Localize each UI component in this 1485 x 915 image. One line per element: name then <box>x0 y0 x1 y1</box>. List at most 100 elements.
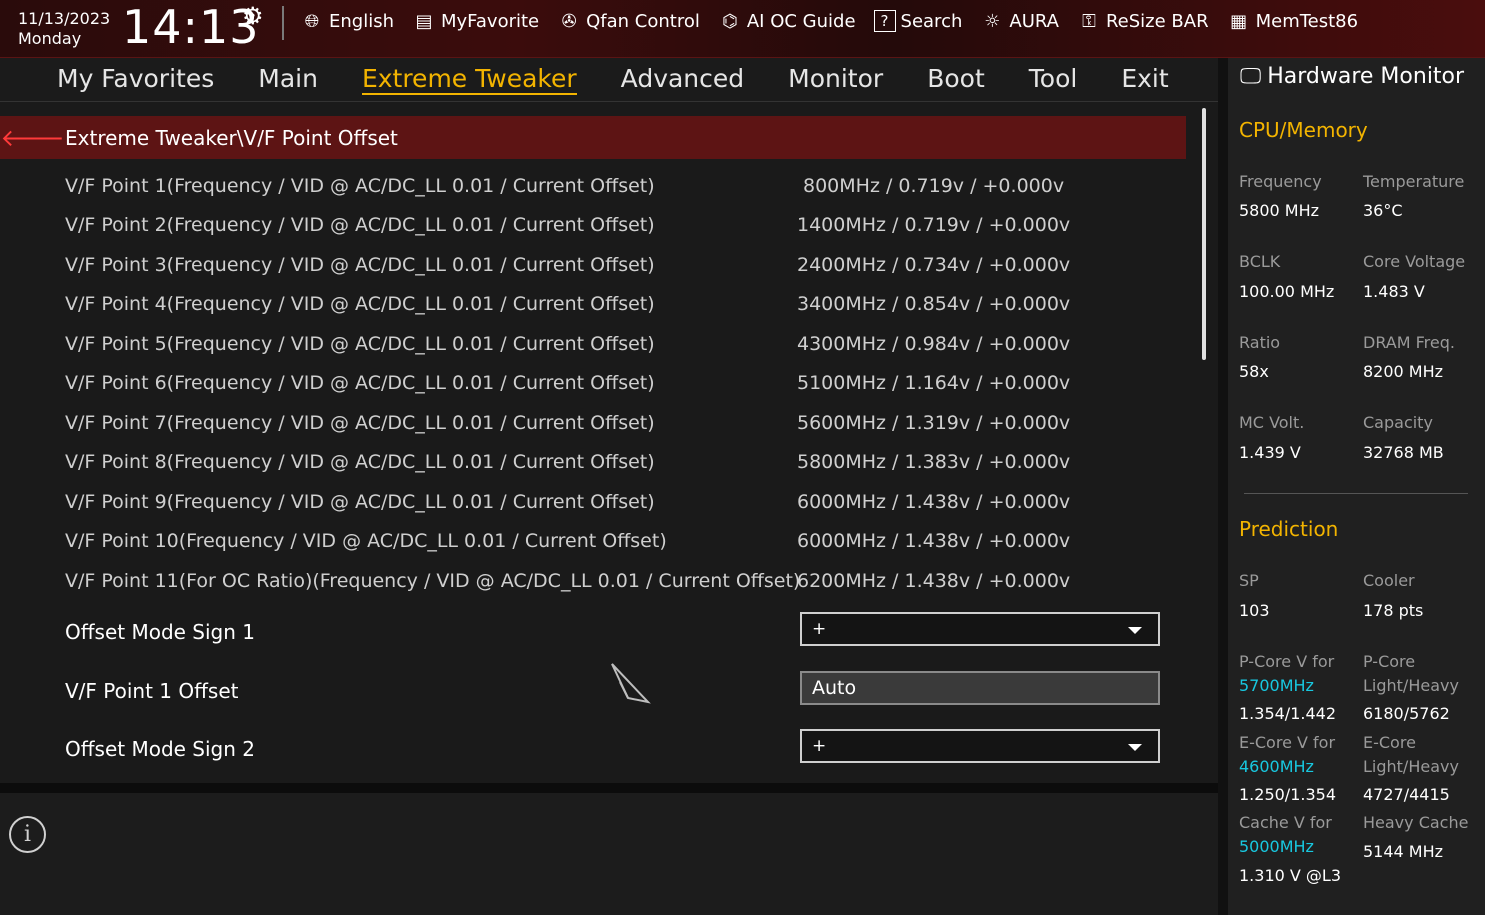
pcore-lh-label: P-Core Light/Heavy <box>1363 650 1459 698</box>
nav-myfavorite[interactable]: ▤ MyFavorite <box>412 6 539 36</box>
vf-point-label: V/F Point 6(Frequency / VID @ AC/DC_LL 0… <box>65 372 655 395</box>
nav-qfan-control[interactable]: ✇ Qfan Control <box>557 6 700 36</box>
list-item[interactable]: V/F Point 3(Frequency / VID @ AC/DC_LL 0… <box>0 245 1190 285</box>
nav-label: ReSize BAR <box>1105 10 1209 32</box>
nav-aura[interactable]: ☼ AURA <box>980 6 1059 36</box>
pcore-v-value: 1.354/1.442 <box>1239 704 1336 723</box>
nav-english[interactable]: 🌐︎ English <box>300 6 394 36</box>
divider <box>1244 493 1468 494</box>
list-item[interactable]: V/F Point 7(Frequency / VID @ AC/DC_LL 0… <box>0 403 1190 443</box>
vf-point-label: V/F Point 7(Frequency / VID @ AC/DC_LL 0… <box>65 411 655 434</box>
tab-advanced[interactable]: Advanced <box>621 58 745 101</box>
vf-point-label: V/F Point 5(Frequency / VID @ AC/DC_LL 0… <box>65 332 655 355</box>
pcore-v-freq: 5700MHz <box>1239 676 1314 695</box>
caret-down-icon <box>1128 744 1142 751</box>
tab-exit[interactable]: Exit <box>1121 58 1168 101</box>
offset-mode-sign-1-select[interactable]: + <box>800 612 1160 646</box>
fan-icon: ✇ <box>561 10 577 32</box>
ecore-v-freq: 4600MHz <box>1239 757 1314 776</box>
ratio-value: 58x <box>1239 362 1269 381</box>
offset-mode-sign-1-label: Offset Mode Sign 1 <box>65 620 255 644</box>
ecore-v-value: 1.250/1.354 <box>1239 785 1336 804</box>
list-item[interactable]: V/F Point 6(Frequency / VID @ AC/DC_LL 0… <box>0 364 1190 404</box>
pcore-lh-label-1: P-Core <box>1363 652 1416 671</box>
ecore-v-label: E-Core V for 4600MHz <box>1239 731 1335 779</box>
tab-extreme-tweaker[interactable]: Extreme Tweaker <box>361 58 577 101</box>
list-item[interactable]: V/F Point 4(Frequency / VID @ AC/DC_LL 0… <box>0 285 1190 325</box>
vf-point-label: V/F Point 1(Frequency / VID @ AC/DC_LL 0… <box>65 174 655 197</box>
vf-point-1-offset-input[interactable]: Auto <box>800 671 1160 705</box>
vf-point-label: V/F Point 11(For OC Ratio)(Frequency / V… <box>65 569 801 592</box>
divider <box>0 783 1218 793</box>
info-icon: i <box>9 816 46 853</box>
list-item[interactable]: V/F Point 1(Frequency / VID @ AC/DC_LL 0… <box>0 166 1190 206</box>
frequency-label: Frequency <box>1239 172 1322 191</box>
tab-tool[interactable]: Tool <box>1029 58 1078 101</box>
resize-bar-icon: ⚿ <box>1082 10 1096 32</box>
list-item[interactable]: V/F Point 5(Frequency / VID @ AC/DC_LL 0… <box>0 324 1190 364</box>
list-item[interactable]: V/F Point 11(For OC Ratio)(Frequency / V… <box>0 561 1190 601</box>
vf-point-value: 5100MHz / 1.164v / +0.000v <box>797 372 1071 395</box>
list-item[interactable]: V/F Point 8(Frequency / VID @ AC/DC_LL 0… <box>0 443 1190 483</box>
nav-search[interactable]: ? Search <box>873 6 963 36</box>
vf-point-1-offset-label: V/F Point 1 Offset <box>65 679 239 703</box>
hw-title-text: Hardware Monitor <box>1267 64 1465 89</box>
divider <box>282 6 284 40</box>
tab-monitor[interactable]: Monitor <box>788 58 883 101</box>
vf-point-value: 2400MHz / 0.734v / +0.000v <box>797 253 1071 276</box>
vf-point-label: V/F Point 8(Frequency / VID @ AC/DC_LL 0… <box>65 451 655 474</box>
temperature-label: Temperature <box>1363 172 1465 191</box>
scrollbar[interactable] <box>1202 108 1206 360</box>
breadcrumb-path: Extreme Tweaker\V/F Point Offset <box>65 125 398 150</box>
hardware-monitor: 🖵︎ Hardware Monitor CPU/Memory Frequency… <box>1228 58 1485 915</box>
cache-v-label: Cache V for 5000MHz <box>1239 811 1332 859</box>
list-item[interactable]: V/F Point 2(Frequency / VID @ AC/DC_LL 0… <box>0 206 1190 246</box>
nav-label: AI OC Guide <box>746 10 856 32</box>
vf-point-1-offset-row: V/F Point 1 Offset Auto <box>0 671 1190 711</box>
offset-mode-sign-2-select[interactable]: + <box>800 729 1160 763</box>
heavy-cache-label: Heavy Cache <box>1363 813 1469 832</box>
vf-point-label: V/F Point 9(Frequency / VID @ AC/DC_LL 0… <box>65 490 655 513</box>
date-text: 11/13/2023 <box>18 9 111 28</box>
core-voltage-label: Core Voltage <box>1363 252 1466 271</box>
date-display: 11/13/2023 Monday <box>18 9 110 49</box>
nav-label: MemTest86 <box>1255 10 1359 32</box>
offset-mode-sign-2-row: Offset Mode Sign 2 + <box>0 729 1190 769</box>
clock: 14:13 <box>122 0 260 54</box>
mc-volt-value: 1.439 V <box>1239 443 1301 462</box>
cache-v-value: 1.310 V @L3 <box>1239 866 1342 885</box>
nav-resize-bar[interactable]: ⚿ ReSize BAR <box>1077 6 1209 36</box>
cooler-label: Cooler <box>1363 571 1415 590</box>
main-tabs: My Favorites Main Extreme Tweaker Advanc… <box>0 58 1218 102</box>
pcore-lh-label-2: Light/Heavy <box>1363 676 1459 695</box>
memory-icon: ▦ <box>1230 10 1248 32</box>
frequency-value: 5800 MHz <box>1239 201 1320 220</box>
cpu-memory-heading: CPU/Memory <box>1239 118 1368 142</box>
nav-memtest86[interactable]: ▦ MemTest86 <box>1227 6 1359 36</box>
tab-my-favorites[interactable]: My Favorites <box>57 58 214 101</box>
pcore-v-label-text: P-Core V for <box>1239 652 1335 671</box>
vf-point-label: V/F Point 3(Frequency / VID @ AC/DC_LL 0… <box>65 253 655 276</box>
mouse-cursor-icon <box>611 663 651 704</box>
day-text: Monday <box>18 29 82 48</box>
dram-freq-value: 8200 MHz <box>1363 362 1444 381</box>
globe-icon: 🌐︎ <box>304 10 320 32</box>
aura-light-icon: ☼ <box>984 10 1001 32</box>
capacity-value: 32768 MB <box>1363 443 1444 462</box>
list-item[interactable]: V/F Point 9(Frequency / VID @ AC/DC_LL 0… <box>0 482 1190 522</box>
vf-point-value: 5600MHz / 1.319v / +0.000v <box>797 411 1071 434</box>
nav-ai-oc-guide[interactable]: ⌬ AI OC Guide <box>718 6 856 36</box>
vf-point-label: V/F Point 10(Frequency / VID @ AC/DC_LL … <box>65 530 667 553</box>
help-panel <box>0 793 1218 915</box>
nav-label: MyFavorite <box>441 10 540 32</box>
mc-volt-label: MC Volt. <box>1239 413 1305 432</box>
list-item[interactable]: V/F Point 10(Frequency / VID @ AC/DC_LL … <box>0 522 1190 562</box>
vf-point-value: 6200MHz / 1.438v / +0.000v <box>797 569 1071 592</box>
tab-main[interactable]: Main <box>258 58 318 101</box>
tab-boot[interactable]: Boot <box>927 58 985 101</box>
back-arrow-icon[interactable]: 🡐 <box>0 123 65 152</box>
hardware-monitor-title: 🖵︎ Hardware Monitor <box>1240 64 1464 89</box>
gear-icon[interactable]: ⚙ <box>242 2 264 30</box>
nav-label: Search <box>900 10 963 32</box>
ecore-lh-label-1: E-Core <box>1363 733 1416 752</box>
